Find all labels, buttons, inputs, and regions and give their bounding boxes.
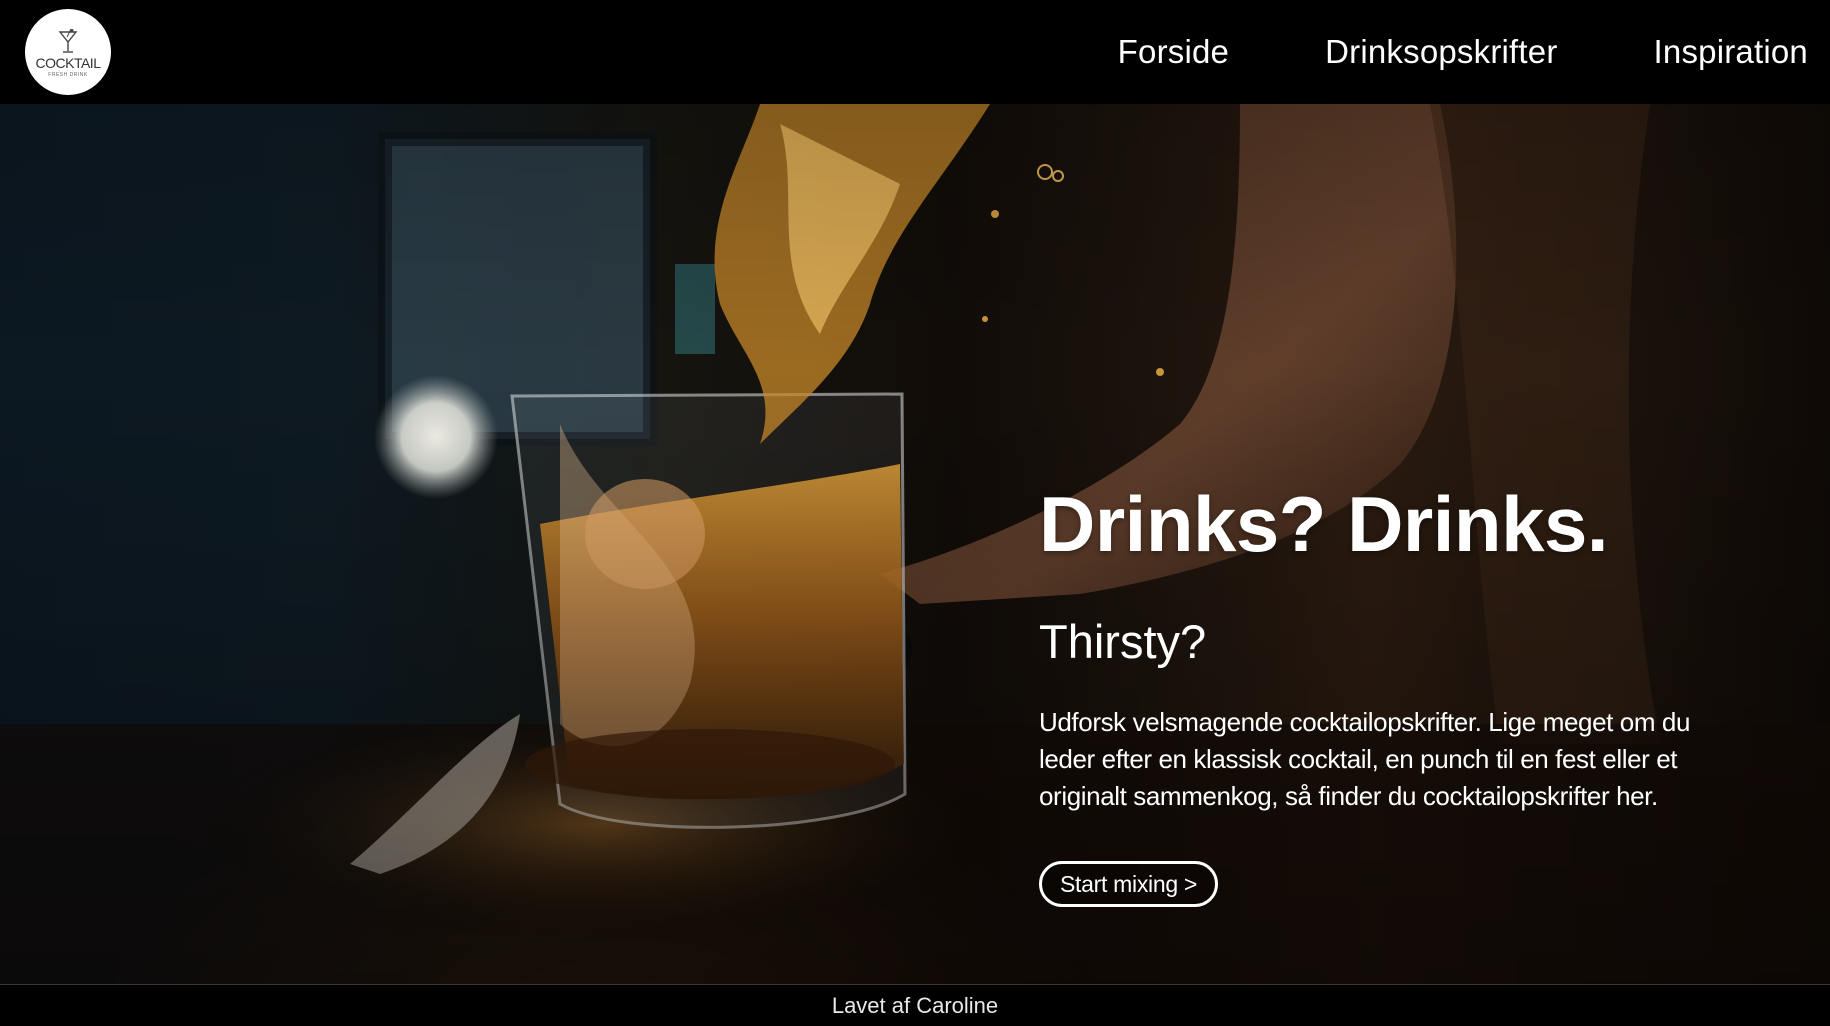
hero-section: Drinks? Drinks. Thirsty? Udforsk velsmag… <box>0 104 1830 984</box>
hero-copy: Drinks? Drinks. Thirsty? Udforsk velsmag… <box>1039 478 1759 907</box>
nav-item-forside[interactable]: Forside <box>1118 30 1229 74</box>
hero-title: Drinks? Drinks. <box>1039 480 1609 568</box>
site-header: COCKTAIL FRESH DRINK Forside Drinksopskr… <box>0 0 1830 104</box>
hero-description: Udforsk velsmagende cocktailopskrifter. … <box>1039 707 1691 811</box>
hero-subtitle: Thirsty? <box>1039 615 1207 668</box>
nav-item-drinksopskrifter[interactable]: Drinksopskrifter <box>1325 30 1557 74</box>
logo-title: COCKTAIL <box>35 54 101 71</box>
cocktail-glass-icon <box>58 28 78 53</box>
logo[interactable]: COCKTAIL FRESH DRINK <box>25 9 111 95</box>
logo-subtitle: FRESH DRINK <box>48 71 88 78</box>
start-mixing-button[interactable]: Start mixing > <box>1039 861 1219 907</box>
main-nav: Forside Drinksopskrifter Inspiration <box>1022 30 1808 74</box>
site-footer: Lavet af Caroline <box>0 984 1830 1026</box>
nav-item-inspiration[interactable]: Inspiration <box>1654 30 1808 74</box>
page: COCKTAIL FRESH DRINK Forside Drinksopskr… <box>0 0 1830 1026</box>
footer-credit: Lavet af Caroline <box>831 993 999 1018</box>
